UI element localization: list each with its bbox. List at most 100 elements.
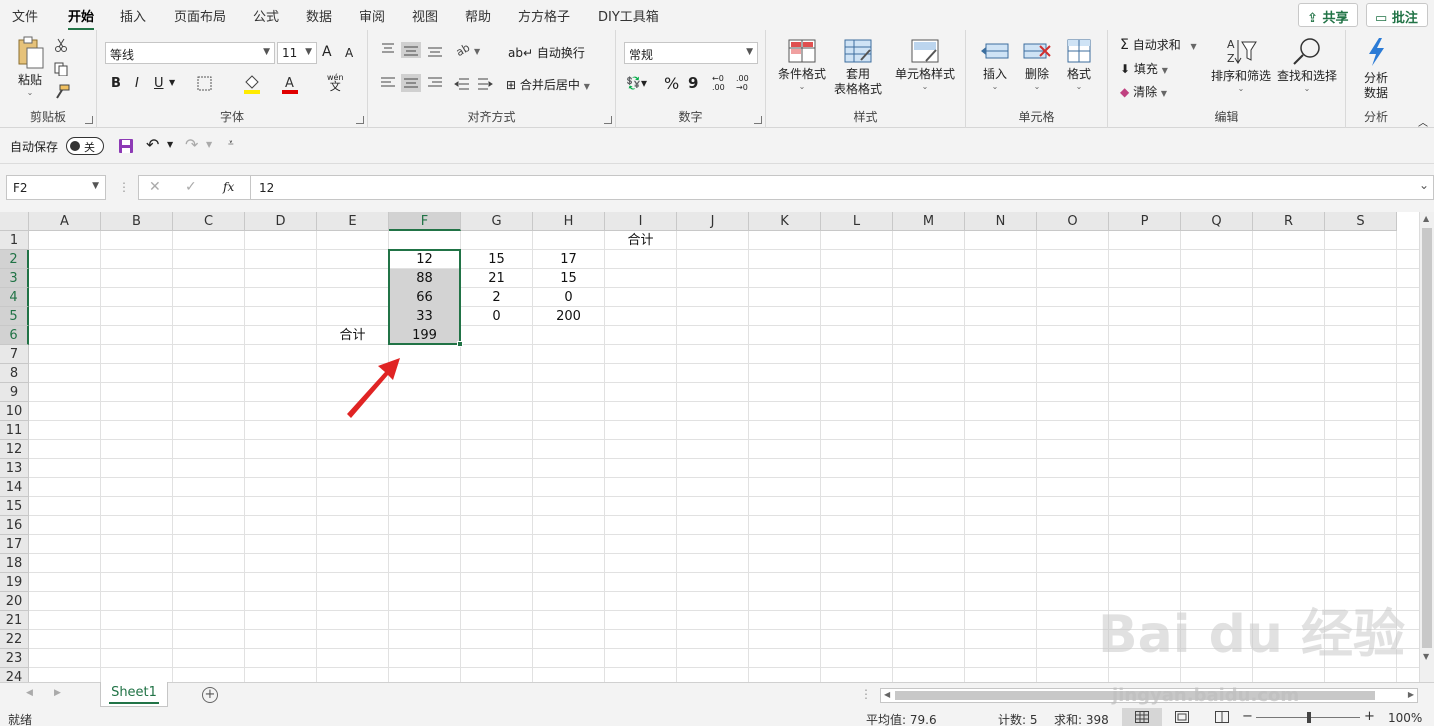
tab-fangfang[interactable]: 方方格子 [518,6,570,25]
cell-f4[interactable]: 66 [389,288,460,307]
clear-button[interactable]: ◆ 清除 ▼ [1120,83,1167,100]
undo-icon[interactable]: ↶ [146,135,159,154]
row-header-24[interactable]: 24 [0,668,29,682]
zoom-out-icon[interactable]: − [1242,709,1253,724]
vertical-scroll-thumb[interactable] [1422,228,1432,648]
analyze-data-button[interactable]: 分析 数据 [1354,36,1398,101]
format-painter-icon[interactable] [54,84,70,100]
normal-view-button[interactable] [1122,708,1162,726]
redo-caret-icon[interactable]: ▼ [206,140,212,149]
formula-bar-splitter-icon[interactable]: ⋮ [118,180,130,194]
zoom-in-icon[interactable]: + [1364,709,1375,724]
cell-f3[interactable]: 88 [389,269,460,288]
expand-formula-icon[interactable]: ⌄ [1419,178,1429,192]
shrink-font-button[interactable]: A [345,46,353,60]
number-launcher-icon[interactable] [754,116,762,124]
row-header-5[interactable]: 5 [0,307,29,326]
horizontal-align-icons[interactable] [380,74,450,92]
average-status[interactable]: 平均值: 79.6 [866,711,937,726]
cell-g5[interactable]: 0 [461,307,532,326]
collapse-ribbon-icon[interactable]: ︿ [1418,114,1428,129]
zoom-level[interactable]: 100% [1388,711,1422,725]
tab-data[interactable]: 数据 [306,6,332,25]
next-sheet-icon[interactable]: ▶ [54,688,61,698]
increase-decimal-button[interactable]: ←0 .00 [712,74,732,92]
scroll-left-icon[interactable]: ◀ [884,690,890,699]
column-header-h[interactable]: H [533,212,605,231]
prev-sheet-icon[interactable]: ◀ [26,688,33,698]
italic-button[interactable]: I [135,76,139,91]
column-header-g[interactable]: G [461,212,533,231]
column-header-c[interactable]: C [173,212,245,231]
comment-button[interactable]: ▭ 批注 [1366,3,1428,27]
row-header-13[interactable]: 13 [0,459,29,478]
cell-g4[interactable]: 2 [461,288,532,307]
row-header-10[interactable]: 10 [0,402,29,421]
tab-home[interactable]: 开始 [68,6,95,31]
font-launcher-icon[interactable] [356,116,364,124]
scroll-up-icon[interactable]: ▲ [1423,214,1429,223]
page-break-view-icon[interactable] [1215,711,1229,723]
sort-filter-button[interactable]: A Z 排序和筛选 ⌄ [1208,36,1274,93]
page-layout-view-icon[interactable] [1175,711,1189,723]
row-header-4[interactable]: 4 [0,288,29,307]
column-header-n[interactable]: N [965,212,1037,231]
column-header-f[interactable]: F [389,212,461,231]
worksheet-grid[interactable]: ABCDEFGHIJKLMNOPQRS 1 2 3 4 5 6 7 8 9 10 11 12 13 14 1… [0,212,1434,682]
redo-icon[interactable]: ↷ [185,135,198,154]
percent-button[interactable]: % [664,74,679,93]
paste-button[interactable]: 粘贴 ⌄ [10,36,50,97]
cell-h5[interactable]: 200 [533,307,604,326]
clipboard-launcher-icon[interactable] [85,116,93,124]
border-icon[interactable] [197,76,213,92]
row-header-6[interactable]: 6 [0,326,29,345]
insert-function-icon[interactable]: fx [223,180,234,194]
row-header-7[interactable]: 7 [0,345,29,364]
font-name-select[interactable]: 等线 ▼ [105,42,275,64]
cell-f5[interactable]: 33 [389,307,460,326]
tab-page-layout[interactable]: 页面布局 [174,6,226,25]
select-all-corner[interactable] [0,212,29,231]
name-box[interactable]: F2 ▼ [6,175,106,200]
tab-formulas[interactable]: 公式 [253,6,279,25]
share-button[interactable]: ⇪ 共享 [1298,3,1358,27]
row-header-17[interactable]: 17 [0,535,29,554]
row-header-1[interactable]: 1 [0,231,29,250]
tab-insert[interactable]: 插入 [120,6,146,25]
row-header-8[interactable]: 8 [0,364,29,383]
column-header-a[interactable]: A [29,212,101,231]
cancel-icon[interactable]: ✕ [149,179,161,195]
column-header-b[interactable]: B [101,212,173,231]
row-header-2[interactable]: 2 [0,250,29,269]
row-header-9[interactable]: 9 [0,383,29,402]
number-format-select[interactable]: 常规 ▼ [624,42,758,64]
delete-cells-button[interactable]: 删除 ⌄ [1018,38,1056,91]
column-header-k[interactable]: K [749,212,821,231]
formula-input[interactable]: 12 ⌄ [250,175,1434,200]
column-header-d[interactable]: D [245,212,317,231]
column-header-e[interactable]: E [317,212,389,231]
row-header-12[interactable]: 12 [0,440,29,459]
customize-qat-icon[interactable]: ⩡ [228,138,234,149]
row-header-23[interactable]: 23 [0,649,29,668]
cell-i1[interactable]: 合计 [605,231,676,250]
merge-center-button[interactable]: ⊞ 合并后居中 ▼ [506,76,590,93]
alignment-launcher-icon[interactable] [604,116,612,124]
insert-cells-button[interactable]: 插入 ⌄ [976,38,1014,91]
cell-h4[interactable]: 0 [533,288,604,307]
underline-caret-icon[interactable]: ▼ [169,78,175,87]
row-header-22[interactable]: 22 [0,630,29,649]
tab-file[interactable]: 文件 [12,6,38,25]
column-header-j[interactable]: J [677,212,749,231]
tab-view[interactable]: 视图 [412,6,438,25]
column-header-o[interactable]: O [1037,212,1109,231]
grow-font-button[interactable]: A [322,44,332,60]
row-header-14[interactable]: 14 [0,478,29,497]
cell-g3[interactable]: 21 [461,269,532,288]
fill-button[interactable]: ⬇ 填充 ▼ [1120,60,1168,77]
cell-f2[interactable]: 12 [389,250,460,269]
conditional-format-button[interactable]: 条件格式 ⌄ [774,38,830,91]
scroll-right-icon[interactable]: ▶ [1408,690,1414,699]
cell-styles-button[interactable]: 单元格样式 ⌄ [892,38,958,91]
tab-review[interactable]: 审阅 [359,6,385,25]
